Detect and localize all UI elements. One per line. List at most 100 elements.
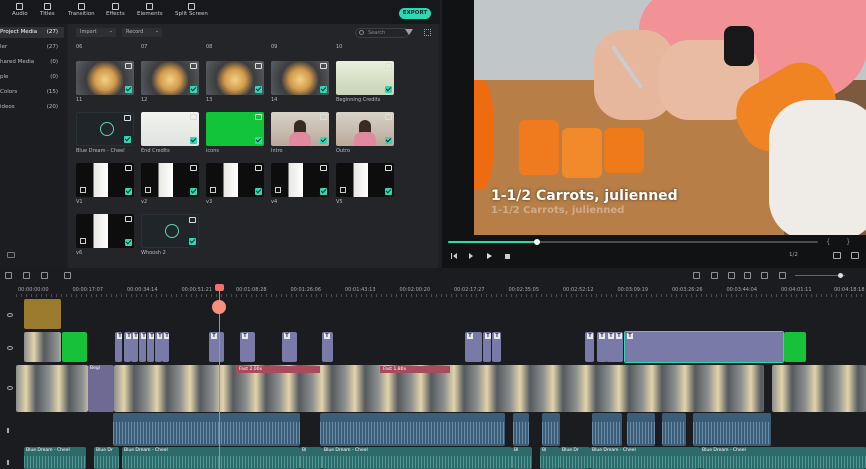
audio-clip[interactable]: [513, 413, 529, 446]
media-thumbnail[interactable]: [76, 112, 134, 146]
audio-clip[interactable]: [113, 413, 300, 446]
mark-out-icon[interactable]: }: [846, 238, 850, 246]
music-clip[interactable]: Blue Dream - Cheel: [122, 447, 300, 469]
monitor-icon[interactable]: [833, 252, 841, 259]
audio-clip[interactable]: [627, 413, 655, 446]
music-clip[interactable]: Bl: [540, 447, 560, 469]
audio-clip[interactable]: [592, 413, 622, 446]
media-thumbnail[interactable]: [76, 214, 134, 248]
media-thumbnail[interactable]: [336, 61, 394, 95]
media-thumbnail[interactable]: [141, 61, 199, 95]
audio-mixer-icon[interactable]: [761, 272, 768, 279]
audio-clip[interactable]: [542, 413, 560, 446]
media-thumbnail[interactable]: [336, 163, 394, 197]
sidebar-item-project-media[interactable]: Project Media (27): [0, 27, 64, 38]
track-visibility-icon[interactable]: [7, 313, 13, 317]
title-clip[interactable]: [131, 332, 138, 362]
title-clip[interactable]: [124, 332, 131, 362]
progress-knob[interactable]: [533, 239, 540, 245]
video-clip[interactable]: [16, 365, 88, 412]
playback-quality-indicator[interactable]: 1/2: [789, 252, 798, 258]
video-clip[interactable]: [62, 332, 87, 362]
music-clip[interactable]: Bl: [512, 447, 532, 469]
grid-view-icon[interactable]: [424, 29, 431, 36]
title-clip[interactable]: [147, 332, 154, 362]
media-thumbnail[interactable]: [76, 61, 134, 95]
marker-icon[interactable]: [711, 272, 718, 279]
stop-icon[interactable]: [505, 254, 510, 259]
title-clip[interactable]: [614, 332, 623, 362]
title-clip[interactable]: [465, 332, 482, 362]
zoom-knob[interactable]: [838, 273, 843, 278]
audio-clip[interactable]: [320, 413, 505, 446]
render-icon[interactable]: [693, 272, 700, 279]
playback-progress-bar[interactable]: [448, 239, 818, 245]
cut-icon[interactable]: [41, 272, 48, 279]
track-visibility-icon[interactable]: [7, 386, 13, 390]
new-folder-icon[interactable]: [7, 252, 15, 258]
microphone-icon[interactable]: [744, 272, 751, 279]
delete-icon[interactable]: [23, 272, 30, 279]
title-clip[interactable]: [162, 332, 169, 362]
title-clip[interactable]: [492, 332, 501, 362]
audio-clip[interactable]: [662, 413, 686, 446]
music-clip[interactable]: Blue Dr: [94, 447, 119, 469]
play-reverse-icon[interactable]: [469, 253, 475, 259]
video-clip[interactable]: [772, 365, 866, 412]
title-clip[interactable]: [585, 332, 594, 362]
crop-icon[interactable]: [64, 272, 71, 279]
title-clip[interactable]: [139, 332, 146, 362]
previous-frame-icon[interactable]: [451, 253, 457, 259]
music-clip[interactable]: Blue Dr: [560, 447, 590, 469]
video-clip[interactable]: [784, 332, 806, 362]
speaker-icon[interactable]: [7, 460, 13, 465]
media-thumbnail[interactable]: [206, 112, 264, 146]
titles-tab[interactable]: Titles: [40, 3, 55, 18]
media-thumbnail[interactable]: [141, 163, 199, 197]
title-clip[interactable]: [240, 332, 255, 362]
sidebar-item-folder[interactable]: ler (27): [0, 42, 64, 53]
split-screen-tab[interactable]: Split Screen: [175, 3, 208, 18]
sidebar-item-colors[interactable]: Colors (15): [0, 87, 64, 98]
transition-tab[interactable]: Transition: [68, 3, 95, 18]
search-input[interactable]: Search: [355, 28, 409, 38]
import-dropdown[interactable]: Import: [76, 27, 116, 37]
undo-icon[interactable]: [5, 272, 12, 279]
export-button[interactable]: EXPORT: [399, 8, 431, 19]
filter-icon[interactable]: [405, 29, 413, 35]
play-icon[interactable]: [487, 253, 493, 259]
music-clip[interactable]: Blue Dream - Cheel: [590, 447, 700, 469]
speaker-icon[interactable]: [7, 428, 13, 433]
media-thumbnail[interactable]: [206, 61, 264, 95]
snapshot-icon[interactable]: [851, 252, 859, 259]
audio-clip[interactable]: [693, 413, 771, 446]
ai-icon[interactable]: [728, 272, 735, 279]
playhead-marker-icon[interactable]: [212, 300, 226, 314]
elements-tab[interactable]: Elements: [137, 3, 163, 18]
record-dropdown[interactable]: Record: [122, 27, 162, 37]
music-clip[interactable]: Bl: [300, 447, 322, 469]
media-thumbnail[interactable]: [271, 163, 329, 197]
title-clip[interactable]: [322, 332, 333, 362]
effects-tab[interactable]: Effects: [106, 3, 125, 18]
title-clip[interactable]: [209, 332, 224, 362]
mark-in-icon[interactable]: {: [826, 238, 830, 246]
audio-tab[interactable]: Audio: [12, 3, 28, 18]
music-clip[interactable]: Blue Dream - Cheel: [322, 447, 512, 469]
title-clip[interactable]: [483, 332, 491, 362]
sidebar-item-sample[interactable]: ple (0): [0, 72, 64, 83]
music-clip[interactable]: Blue Dream - Cheel: [24, 447, 86, 469]
video-clip[interactable]: [24, 299, 61, 329]
media-thumbnail[interactable]: [271, 112, 329, 146]
media-thumbnail[interactable]: [76, 163, 134, 197]
video-clip[interactable]: Begi: [88, 365, 114, 412]
title-clip[interactable]: [282, 332, 297, 362]
title-clip[interactable]: [115, 332, 122, 362]
media-thumbnail[interactable]: [141, 214, 199, 248]
media-thumbnail[interactable]: [336, 112, 394, 146]
title-clip[interactable]: [155, 332, 162, 362]
media-thumbnail[interactable]: [206, 163, 264, 197]
media-thumbnail[interactable]: [141, 112, 199, 146]
sidebar-item-shared-media[interactable]: hared Media (0): [0, 57, 64, 68]
timeline-ruler[interactable]: 00:00:00:00 00:00:17:07 00:00:34:14 00:00:5…: [0, 285, 866, 297]
